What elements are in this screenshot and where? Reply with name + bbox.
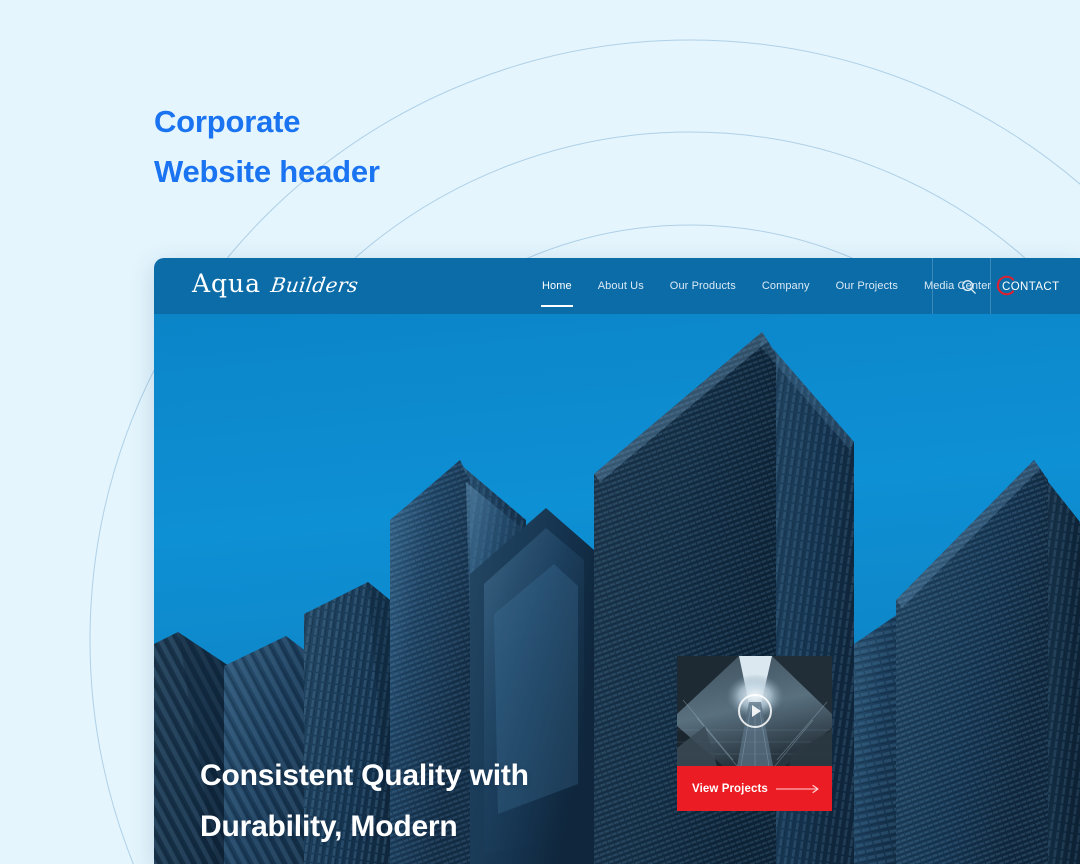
nav-item-our-products[interactable]: Our Products: [657, 258, 749, 314]
nav-item-about-us[interactable]: About Us: [585, 258, 657, 314]
hero-heading-line-3: Innovation & Technology: [200, 852, 552, 864]
play-button[interactable]: [737, 694, 772, 728]
site-navbar: Aqua Builders Home About Us Our Products…: [154, 258, 1080, 314]
search-icon: [962, 280, 976, 294]
nav-item-our-projects[interactable]: Our Projects: [823, 258, 911, 314]
nav-item-label: Company: [761, 280, 810, 292]
view-projects-label: View Projects: [692, 782, 768, 795]
brand-name-script: Builders: [269, 273, 360, 297]
view-projects-button[interactable]: View Projects: [677, 766, 832, 811]
brand-logo[interactable]: Aqua Builders: [192, 269, 360, 298]
arrow-right-icon: [775, 784, 819, 793]
nav-item-label: Home: [542, 280, 572, 292]
caption-line-2: Website header: [154, 154, 380, 189]
nav-divider-left: [932, 258, 933, 314]
nav-item-label: About Us: [597, 280, 644, 292]
video-thumbnail[interactable]: [677, 656, 832, 766]
page-caption: Corporate Website header: [154, 97, 380, 197]
hero-section: Consistent Quality with Durability, Mode…: [154, 314, 1080, 864]
nav-item-home[interactable]: Home: [529, 258, 585, 314]
projects-card: View Projects: [677, 656, 832, 811]
nav-item-label: Our Projects: [835, 280, 898, 292]
search-button[interactable]: [956, 274, 982, 300]
brand-name-main: Aqua: [192, 269, 262, 298]
nav-divider-right: [990, 258, 991, 314]
contact-label: CONTACT: [1002, 281, 1060, 293]
play-icon: [751, 705, 761, 717]
hero-heading-line-1: Consistent Quality with: [200, 759, 529, 792]
website-mockup: Aqua Builders Home About Us Our Products…: [154, 258, 1080, 864]
nav-item-company[interactable]: Company: [749, 258, 823, 314]
hero-heading: Consistent Quality with Durability, Mode…: [200, 750, 552, 864]
caption-line-1: Corporate: [154, 104, 301, 139]
contact-button[interactable]: CONTACT: [996, 274, 1060, 300]
hero-heading-line-2: Durability, Modern: [200, 810, 458, 843]
nav-item-label: Our Products: [669, 280, 736, 292]
